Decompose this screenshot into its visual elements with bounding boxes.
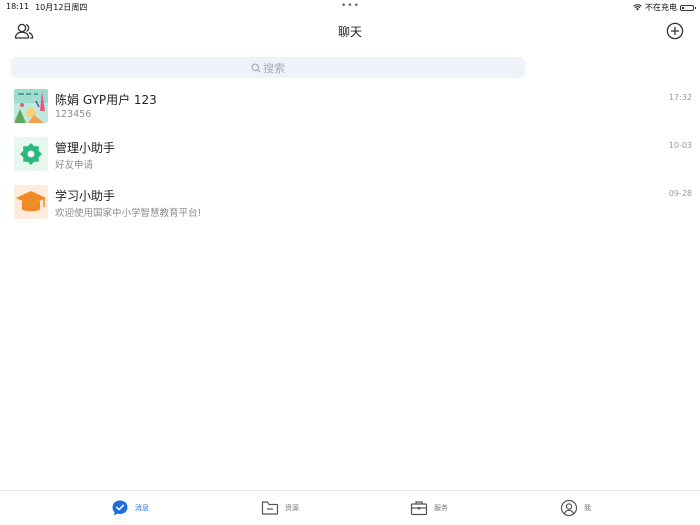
- status-date: 10月12日周四: [35, 3, 88, 12]
- tab-label: 资源: [285, 504, 299, 512]
- battery-icon: [680, 4, 696, 11]
- graduation-cap-icon: [14, 185, 48, 219]
- chat-name: 学习小助手: [55, 189, 116, 203]
- admin-assistant-avatar: [14, 137, 48, 171]
- search-input[interactable]: 搜索: [11, 57, 525, 78]
- user-photo-avatar: [14, 89, 48, 123]
- chat-time: 17:32: [668, 93, 692, 102]
- study-assistant-avatar: [14, 185, 48, 219]
- tab-bar: 消息 资源 服务 我: [0, 490, 700, 525]
- add-button[interactable]: [666, 22, 686, 40]
- gear-icon: [14, 137, 48, 171]
- tab-services[interactable]: 服务: [410, 499, 448, 517]
- folder-icon: [261, 501, 279, 515]
- briefcase-icon: [410, 501, 428, 516]
- wifi-icon: [633, 4, 642, 11]
- status-bar: 18:11 10月12日周四 ••• 不在充电: [0, 0, 700, 14]
- chat-time: 10-03: [668, 141, 692, 150]
- tab-label: 服务: [434, 504, 448, 512]
- tab-resources[interactable]: 资源: [261, 499, 299, 517]
- page-title: 聊天: [337, 25, 362, 39]
- chat-list: 陈娟 GYP用户 123 123456 17:32 管理小助手 好友申请 10-…: [0, 86, 700, 230]
- message-icon: [112, 500, 128, 516]
- multitask-dots[interactable]: •••: [341, 2, 360, 11]
- chat-item[interactable]: 学习小助手 欢迎使用国家中小学智慧教育平台! 09-28: [0, 182, 700, 230]
- chat-preview: 123456: [55, 109, 92, 120]
- chat-item[interactable]: 管理小助手 好友申请 10-03: [0, 134, 700, 182]
- chat-preview: 好友申请: [55, 160, 94, 171]
- plus-circle-icon: [666, 22, 684, 40]
- chat-name: 管理小助手: [55, 141, 116, 155]
- search-placeholder: 搜索: [263, 61, 285, 75]
- chat-time: 09-28: [668, 189, 692, 198]
- chat-name: 陈娟 GYP用户 123: [55, 93, 157, 107]
- search-icon: [251, 63, 261, 72]
- nav-bar: 聊天: [0, 14, 700, 48]
- charging-status: 不在充电: [645, 3, 677, 12]
- tab-messages[interactable]: 消息: [111, 499, 149, 517]
- tab-me[interactable]: 我: [560, 499, 591, 517]
- chat-item[interactable]: 陈娟 GYP用户 123 123456 17:32: [0, 86, 700, 134]
- status-time: 18:11: [6, 2, 30, 11]
- chat-preview: 欢迎使用国家中小学智慧教育平台!: [55, 208, 202, 219]
- tab-label: 消息: [135, 504, 149, 512]
- tab-label: 我: [584, 504, 591, 512]
- profile-icon: [560, 499, 578, 517]
